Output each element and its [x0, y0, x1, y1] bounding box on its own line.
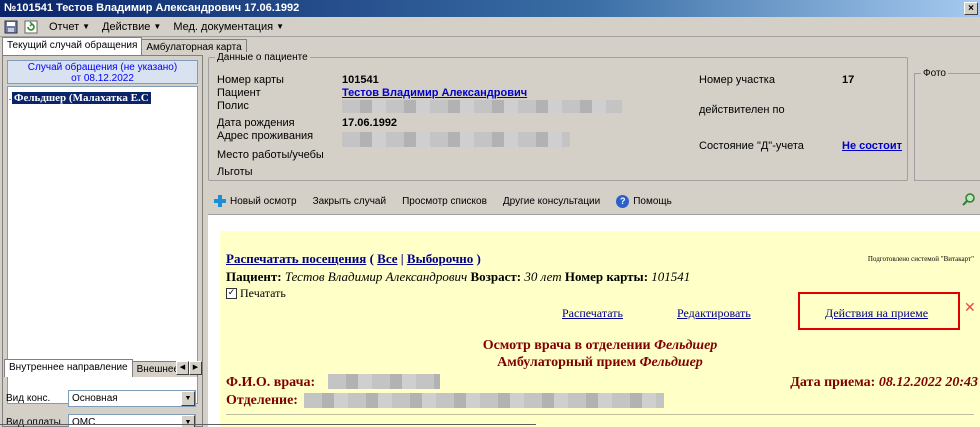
address-label: Адрес проживания [217, 130, 314, 142]
window-title: №101541 Тестов Владимир Александрович 17… [4, 2, 300, 14]
print-all-link[interactable]: Все [377, 251, 397, 266]
patient-label: Пациент [217, 87, 261, 99]
patient-data-group: Данные о пациенте Номер карты 101541 Пац… [208, 52, 908, 181]
consult-type-label: Вид конс. [6, 393, 51, 404]
consult-type-row: Вид конс. Основная ▼ [6, 390, 196, 407]
reception-actions-link[interactable]: Действия на приеме [825, 306, 928, 321]
plus-icon [214, 195, 226, 207]
visit-document: Распечатать посещения ( Все | Выборочно … [220, 231, 980, 427]
photo-group: Фото [914, 68, 980, 181]
refresh-icon[interactable] [24, 20, 38, 34]
other-consultations-button[interactable]: Другие консультации [503, 196, 600, 207]
chevron-down-icon: ▼ [276, 22, 284, 31]
print-checkbox-row: ✓ Печатать [226, 286, 286, 300]
site-number-label: Номер участка [699, 74, 775, 86]
exam-content-area: Распечатать посещения ( Все | Выборочно … [208, 214, 980, 427]
help-icon: ? [616, 194, 630, 208]
menu-report[interactable]: Отчет ▼ [44, 21, 95, 33]
address-redacted [342, 132, 570, 147]
patient-group-legend: Данные о пациенте [215, 52, 310, 63]
direction-tabs: Внутреннее направление Внешнее на [4, 359, 205, 377]
delete-icon[interactable]: ✕ [964, 300, 976, 316]
payment-type-label: Вид оплаты [6, 417, 61, 427]
d-status-label: Состояние "Д"-учета [699, 140, 804, 152]
payment-type-select[interactable]: ОМС ▼ [68, 414, 196, 427]
tab-scroll: ◀ ▶ [176, 361, 202, 375]
policy-redacted [342, 100, 622, 113]
edit-link[interactable]: Редактировать [677, 306, 751, 321]
print-link[interactable]: Распечатать [562, 306, 623, 321]
close-case-button[interactable]: Закрыть случай [313, 196, 387, 207]
prepared-by-note: Подготовлено системой "Витакарт" [867, 255, 974, 263]
new-exam-button[interactable]: Новый осмотр [214, 195, 297, 207]
patient-summary: Пациент: Тестов Владимир Александрович В… [226, 269, 691, 284]
section-divider [226, 414, 974, 415]
card-number-label: Номер карты [217, 74, 284, 86]
birth-date-label: Дата рождения [217, 117, 295, 129]
card-number-value: 101541 [342, 74, 379, 86]
chevron-down-icon[interactable]: ▼ [181, 391, 195, 406]
menu-bar: Отчет ▼ Действие ▼ Мед. документация ▼ [0, 17, 980, 37]
department-redacted [304, 393, 664, 408]
doctor-name-redacted [328, 374, 440, 389]
benefits-label: Льготы [217, 166, 253, 178]
window-title-bar: №101541 Тестов Владимир Александрович 17… [0, 0, 980, 17]
chevron-down-icon: ▼ [153, 22, 162, 31]
exam-heading: Осмотр врача в отделении Фельдшер [482, 338, 718, 353]
site-number-value: 17 [842, 74, 855, 86]
policy-label: Полис [217, 100, 249, 112]
visit-tree[interactable]: Фельдшер (Малахатка Е.С [7, 86, 198, 404]
main-tabs: Текущий случай обращения Амбулаторная ка… [0, 37, 247, 55]
status-divider [0, 424, 536, 425]
department-label: Отделение: [226, 393, 298, 408]
close-window-button[interactable]: × [964, 2, 978, 15]
tab-current-case[interactable]: Текущий случай обращения [2, 37, 143, 55]
birth-date-value: 17.06.1992 [342, 117, 398, 129]
print-selective-link[interactable]: Выборочно [407, 251, 473, 266]
d-status-link[interactable]: Не состоит [842, 140, 902, 152]
scroll-right-icon[interactable]: ▶ [189, 361, 202, 375]
case-toolbar: Новый осмотр Закрыть случай Просмотр спи… [208, 190, 980, 212]
photo-legend: Фото [921, 68, 948, 79]
consult-type-select[interactable]: Основная ▼ [68, 390, 196, 407]
chevron-down-icon: ▼ [82, 22, 91, 31]
reception-date: Дата приема: 08.12.2022 20:43 [790, 375, 978, 390]
save-icon[interactable] [4, 20, 18, 34]
doctor-name-label: Ф.И.О. врача: [226, 375, 316, 390]
print-visits-row: Распечатать посещения ( Все | Выборочно … [226, 251, 481, 266]
tab-internal-direction[interactable]: Внутреннее направление [4, 359, 133, 377]
patient-name-link[interactable]: Тестов Владимир Александрович [342, 87, 527, 99]
help-button[interactable]: ? Помощь [616, 194, 672, 208]
chevron-down-icon[interactable]: ▼ [181, 415, 195, 427]
print-visits-link[interactable]: Распечатать посещения [226, 251, 366, 266]
scroll-left-icon[interactable]: ◀ [176, 361, 189, 375]
menu-med-docs[interactable]: Мед. документация ▼ [168, 21, 289, 33]
workplace-label: Место работы/учебы [217, 149, 324, 161]
view-lists-button[interactable]: Просмотр списков [402, 196, 487, 207]
tree-node-feldsher[interactable]: Фельдшер (Малахатка Е.С [12, 92, 151, 104]
print-checkbox[interactable]: ✓ [226, 288, 237, 299]
search-icon[interactable] [962, 192, 976, 206]
menu-action[interactable]: Действие ▼ [97, 21, 166, 33]
payment-type-row: Вид оплаты ОМС ▼ [6, 414, 196, 427]
case-header[interactable]: Случай обращения (не указано) от 08.12.2… [7, 60, 198, 84]
reception-heading: Амбулаторный прием Фельдшер [497, 355, 703, 370]
valid-until-label: действителен по [699, 104, 785, 116]
